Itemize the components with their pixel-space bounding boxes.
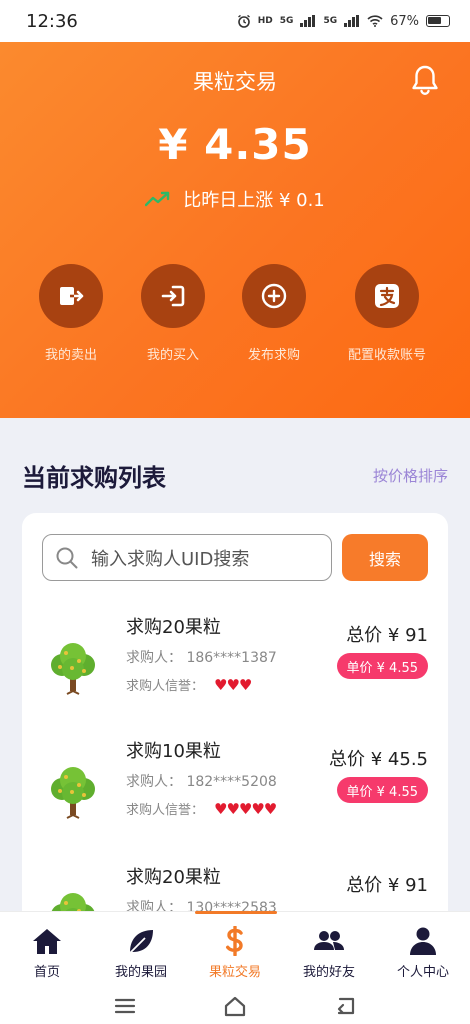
signal-icon-2 — [344, 15, 360, 27]
tab-my-orchard[interactable]: 我的果园 — [94, 912, 188, 987]
reputation-label: 求购人信誉： — [126, 803, 205, 818]
tab-home[interactable]: 首页 — [0, 912, 94, 987]
total-price: 总价 ¥ 91 — [346, 875, 428, 896]
search-placeholder: 输入求购人UID搜索 — [91, 548, 250, 570]
heart-icons: ♥♥♥♥♥ — [214, 799, 277, 818]
home-nav-icon[interactable] — [223, 995, 247, 1017]
menu-icon[interactable] — [113, 995, 137, 1017]
tab-label: 我的好友 — [302, 965, 355, 980]
alarm-icon — [237, 14, 250, 28]
sort-by-price-button[interactable]: 按价格排序 — [373, 465, 448, 486]
price-change: 比昨日上涨 ¥ 0.1 — [0, 186, 470, 212]
tab-label: 首页 — [33, 965, 60, 980]
request-title: 求购10果粒 — [126, 741, 221, 762]
search-input[interactable]: 输入求购人UID搜索 — [42, 534, 332, 581]
list-item[interactable]: 求购10果粒 求购人： 182****5208 求购人信誉： ♥♥♥♥♥ 总价 ¥… — [22, 737, 448, 847]
status-time: 12:36 — [26, 10, 78, 32]
tab-label: 个人中心 — [396, 965, 449, 980]
reputation: 求购人信誉： ♥♥♥♥♥ — [126, 799, 277, 819]
network-5g-label: 5G — [279, 16, 294, 26]
tab-label: 果粒交易 — [208, 965, 261, 980]
buy-in-icon — [161, 285, 185, 307]
buyer-label: 求购人： — [126, 774, 182, 790]
system-nav-bar — [0, 987, 470, 1024]
action-publish-request[interactable]: 发布求购 — [214, 264, 334, 363]
request-list-card: 输入求购人UID搜索 搜索 求购20果粒 求购人： 186****1387 求购… — [22, 513, 448, 941]
tab-profile[interactable]: 个人中心 — [376, 912, 470, 987]
heart-icons: ♥♥♥ — [214, 675, 252, 694]
tab-fruit-trading[interactable]: 果粒交易 — [188, 912, 282, 987]
battery-icon — [426, 15, 450, 27]
total-price: 总价 ¥ 45.5 — [329, 749, 428, 770]
status-icons: HD 5G 5G 67% — [237, 14, 450, 29]
trend-up-icon — [145, 191, 170, 207]
back-icon[interactable] — [333, 995, 357, 1017]
total-price: 总价 ¥ 91 — [346, 625, 428, 646]
action-configure-account[interactable]: 配置收款账号 — [327, 264, 447, 363]
reputation-label: 求购人信誉： — [126, 679, 205, 694]
buyer-info: 求购人： 186****1387 — [126, 647, 277, 667]
action-label: 发布求购 — [247, 348, 300, 363]
buyer-id: 186****1387 — [186, 650, 277, 666]
page-title: 果粒交易 — [193, 70, 277, 94]
unit-price-badge: 单价 ¥ 4.55 — [336, 777, 428, 803]
current-price: ¥ 4.35 — [158, 120, 312, 169]
tab-label: 我的果园 — [114, 965, 167, 980]
network-5g-label-2: 5G — [323, 16, 338, 26]
request-title: 求购20果粒 — [126, 617, 221, 638]
tree-icon — [51, 643, 95, 695]
price-change-text: 比昨日上涨 ¥ 0.1 — [183, 190, 325, 211]
status-bar: 12:36 HD 5G 5G 67% — [0, 0, 470, 42]
list-item[interactable]: 求购20果粒 求购人： 186****1387 求购人信誉： ♥♥♥ 总价 ¥ 9… — [22, 613, 448, 723]
sell-out-icon — [60, 287, 84, 305]
buyer-label: 求购人： — [126, 650, 182, 666]
battery-percent: 67% — [390, 13, 419, 29]
alipay-icon — [375, 284, 399, 308]
search-button[interactable]: 搜索 — [342, 534, 428, 581]
signal-icon — [300, 15, 316, 27]
bell-icon[interactable] — [410, 64, 440, 96]
request-list-header: 当前求购列表 按价格排序 — [22, 458, 448, 493]
wifi-icon — [367, 15, 383, 27]
leaf-icon — [128, 930, 153, 955]
home-icon — [33, 929, 61, 954]
request-title: 求购20果粒 — [126, 867, 221, 888]
person-icon — [410, 927, 436, 955]
price-header: 果粒交易 ¥ 4.35 比昨日上涨 ¥ 0.1 我的卖出 我的买入 发布求购 配… — [0, 42, 470, 418]
tab-my-friends[interactable]: 我的好友 — [282, 912, 376, 987]
friends-icon — [314, 931, 344, 950]
section-title: 当前求购列表 — [22, 464, 166, 492]
active-tab-indicator — [195, 911, 277, 914]
dollar-icon — [226, 926, 243, 956]
search-icon — [56, 547, 78, 568]
tree-icon — [51, 767, 95, 819]
action-label: 配置收款账号 — [347, 348, 426, 363]
buyer-id: 182****5208 — [186, 774, 277, 790]
reputation: 求购人信誉： ♥♥♥ — [126, 675, 252, 695]
unit-price-badge: 单价 ¥ 4.55 — [336, 653, 428, 679]
hd-label: HD — [257, 16, 273, 26]
plus-circle-icon — [261, 283, 287, 309]
bottom-tab-bar: 首页 我的果园 果粒交易 我的好友 个人中心 — [0, 911, 470, 987]
buyer-info: 求购人： 182****5208 — [126, 771, 277, 791]
